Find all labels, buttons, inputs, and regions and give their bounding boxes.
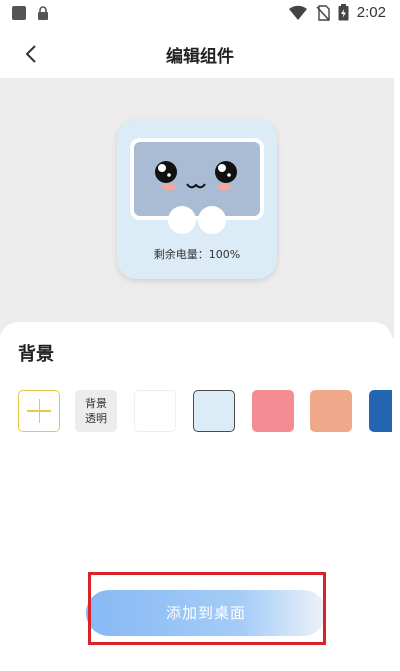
add-custom-background-button[interactable] <box>18 390 60 432</box>
wifi-icon <box>288 5 307 20</box>
widget-card: 剩余电量：100% <box>117 119 277 279</box>
transparent-background-option[interactable]: 背景 透明 <box>75 390 117 432</box>
section-title: 背景 <box>18 344 54 365</box>
notification-icon <box>12 6 26 20</box>
add-to-desktop-button[interactable]: 添加到桌面 <box>86 590 326 636</box>
status-bar: 2:02 <box>0 0 400 28</box>
battery-icon <box>338 4 349 21</box>
no-sim-icon <box>316 4 330 21</box>
widget-preview-area: 剩余电量：100% <box>0 78 394 338</box>
battery-caption: 剩余电量：100% <box>153 248 241 261</box>
lock-icon <box>38 6 48 20</box>
swatch-white[interactable] <box>134 390 176 432</box>
swatch-light-blue-selected[interactable] <box>193 390 235 432</box>
transparent-label-line1: 背景 <box>85 397 107 410</box>
transparent-label-line2: 透明 <box>85 412 107 425</box>
swatch-blue[interactable] <box>369 390 392 432</box>
swatch-peach[interactable] <box>310 390 352 432</box>
status-time: 2:02 <box>356 4 386 21</box>
swatch-pink[interactable] <box>252 390 294 432</box>
background-swatch-list: 背景 透明 <box>18 390 392 436</box>
page-title: 编辑组件 <box>166 47 234 67</box>
cute-face-icon <box>155 161 237 234</box>
widget-screen <box>130 138 264 234</box>
header: 编辑组件 <box>0 28 400 78</box>
